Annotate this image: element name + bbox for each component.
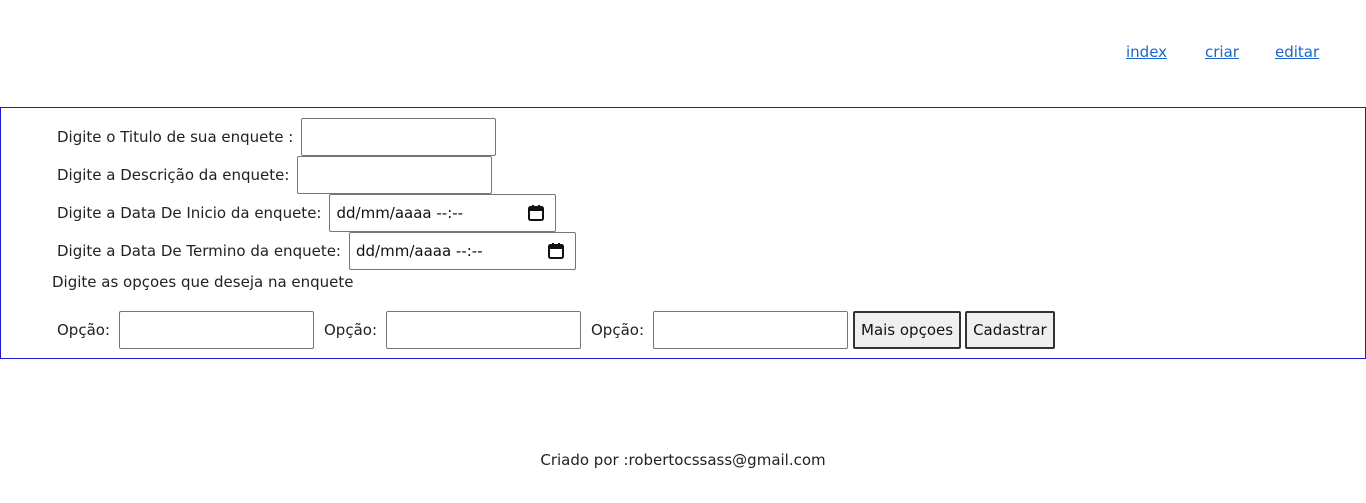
option-input-2[interactable]: [386, 311, 581, 349]
nav-link-editar[interactable]: editar: [1275, 43, 1319, 61]
start-date-row: Digite a Data De Inicio da enquete: dd/m…: [57, 194, 557, 232]
option-input-3[interactable]: [653, 311, 848, 349]
nav-link-index[interactable]: index: [1126, 43, 1167, 61]
title-row: Digite o Titulo de sua enquete :: [57, 118, 497, 156]
options-prompt: Digite as opçoes que deseja na enquete: [52, 273, 354, 291]
more-options-button[interactable]: Mais opçoes: [853, 311, 962, 349]
start-date-label: Digite a Data De Inicio da enquete:: [57, 204, 322, 222]
end-datetime-input[interactable]: dd/mm/aaaa --:--: [349, 232, 576, 270]
end-datetime-placeholder: dd/mm/aaaa --:--: [356, 242, 483, 260]
description-row: Digite a Descrição da enquete:: [57, 156, 493, 194]
calendar-icon[interactable]: [547, 242, 565, 260]
submit-button[interactable]: Cadastrar: [965, 311, 1055, 349]
footer-credit: Criado por :robertocssass@gmail.com: [540, 451, 826, 469]
description-label: Digite a Descrição da enquete:: [57, 166, 290, 184]
start-datetime-input[interactable]: dd/mm/aaaa --:--: [329, 194, 557, 232]
poll-form: Digite o Titulo de sua enquete : Digite …: [0, 107, 1366, 359]
title-label: Digite o Titulo de sua enquete :: [57, 128, 294, 146]
option-label: Opção:: [57, 321, 110, 339]
option-label: Opção:: [591, 321, 644, 339]
option-input-1[interactable]: [119, 311, 314, 349]
title-input[interactable]: [301, 118, 497, 156]
start-datetime-placeholder: dd/mm/aaaa --:--: [336, 204, 464, 222]
description-input[interactable]: [297, 156, 493, 194]
options-row: Opção: Opção: Opção: Mais opçoes Cadastr…: [57, 310, 1055, 350]
end-date-label: Digite a Data De Termino da enquete:: [57, 242, 341, 260]
end-date-row: Digite a Data De Termino da enquete: dd/…: [57, 232, 576, 270]
calendar-icon[interactable]: [527, 204, 545, 222]
option-label: Opção:: [324, 321, 377, 339]
top-nav: index criar editar: [0, 43, 1366, 63]
nav-link-criar[interactable]: criar: [1205, 43, 1239, 61]
